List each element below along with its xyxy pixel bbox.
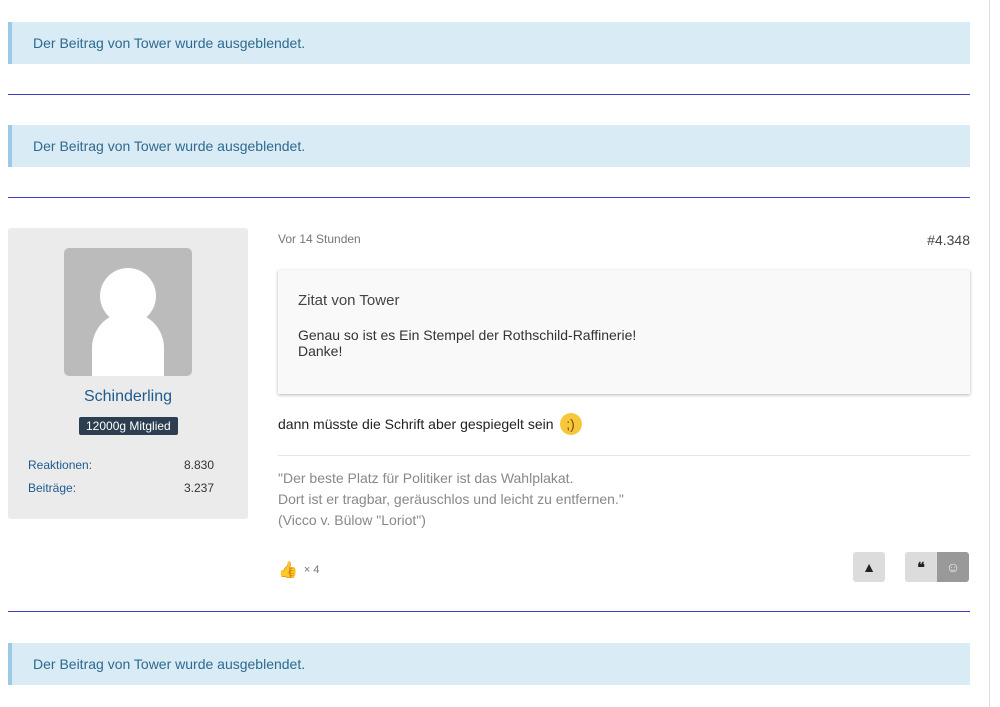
signature-divider bbox=[278, 455, 970, 456]
divider bbox=[8, 611, 970, 612]
post-time[interactable]: Vor 14 Stunden bbox=[278, 232, 361, 246]
quote-line: Danke! bbox=[298, 343, 343, 359]
report-button[interactable]: ▲ bbox=[853, 552, 885, 582]
author-sidebar: Schinderling 12000g Mitglied Reaktionen:… bbox=[8, 228, 248, 519]
divider bbox=[8, 197, 970, 198]
avatar[interactable] bbox=[64, 248, 192, 376]
thumbs-up-icon: 👍 bbox=[278, 562, 298, 579]
signature: "Der beste Platz für Politiker ist das W… bbox=[278, 470, 624, 528]
warning-icon: ▲ bbox=[862, 559, 876, 575]
author-name[interactable]: Schinderling bbox=[8, 388, 248, 406]
scrollbar-edge bbox=[989, 0, 990, 707]
post-number[interactable]: #4.348 bbox=[927, 232, 970, 248]
rank-badge: 12000g Mitglied bbox=[79, 417, 178, 435]
hidden-post-notice[interactable]: Der Beitrag von Tower wurde ausgeblendet… bbox=[8, 22, 970, 64]
hidden-post-notice[interactable]: Der Beitrag von Tower wurde ausgeblendet… bbox=[8, 125, 970, 167]
wink-emoji-icon: ;) bbox=[559, 413, 582, 435]
quote-line: Genau so ist es Ein Stempel der Rothschi… bbox=[298, 327, 637, 343]
stat-posts: Beiträge: 3.237 bbox=[28, 481, 214, 495]
divider bbox=[8, 94, 970, 95]
smiley-icon: ☺ bbox=[945, 559, 961, 575]
hidden-post-notice[interactable]: Der Beitrag von Tower wurde ausgeblendet… bbox=[8, 643, 970, 685]
quote-block: Zitat von Tower Genau so ist es Ein Stem… bbox=[278, 270, 970, 394]
quote-icon: ❝ bbox=[917, 560, 925, 576]
quote-title[interactable]: Zitat von Tower bbox=[298, 292, 950, 309]
react-button[interactable]: ☺ bbox=[937, 552, 969, 582]
stat-reactions: Reaktionen: 8.830 bbox=[28, 458, 214, 472]
post-message: dann müsste die Schrift aber gespiegelt … bbox=[278, 413, 582, 435]
quote-button[interactable]: ❝ bbox=[905, 552, 937, 582]
reactions[interactable]: 👍 × 4 bbox=[278, 560, 320, 580]
